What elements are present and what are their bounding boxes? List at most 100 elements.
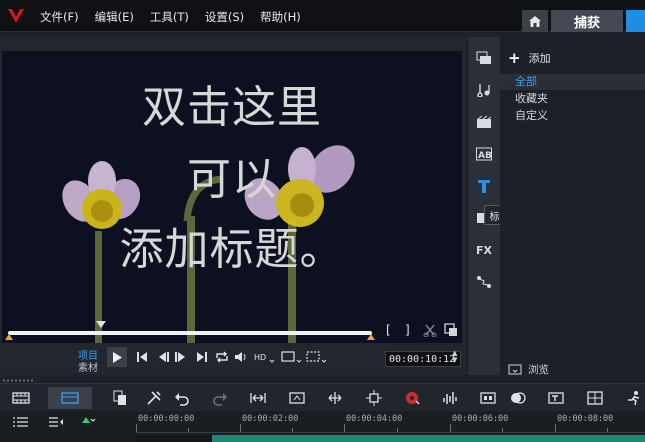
library-item-all[interactable]: 全部 bbox=[500, 74, 645, 90]
path-icon[interactable] bbox=[475, 274, 493, 290]
instant-project-icon[interactable] bbox=[475, 82, 493, 98]
fx-filter-icon[interactable]: FX bbox=[475, 242, 493, 258]
zoom-marker-icon[interactable] bbox=[80, 415, 96, 427]
menu-file[interactable]: 文件(F) bbox=[40, 9, 79, 25]
mark-out-button[interactable]: ] bbox=[405, 323, 410, 337]
next-frame-icon[interactable] bbox=[174, 351, 188, 363]
menu-settings[interactable]: 设置(S) bbox=[205, 9, 244, 25]
record-capture-icon[interactable] bbox=[289, 390, 305, 406]
browse-label: 浏览 bbox=[528, 364, 549, 376]
title-line-1[interactable]: 双击这里 bbox=[2, 71, 462, 135]
motion-icon[interactable] bbox=[626, 390, 642, 406]
aspect-ratio-icon[interactable] bbox=[281, 351, 301, 363]
trim-start-marker[interactable] bbox=[5, 334, 13, 340]
menu-help[interactable]: 帮助(H) bbox=[260, 9, 301, 25]
library-panel: + 添加 全部 收藏夹 自定义 浏览 bbox=[500, 37, 645, 377]
menu-edit[interactable]: 编辑(E) bbox=[95, 9, 134, 25]
ruler-tick bbox=[450, 424, 451, 432]
app-window: 文件(F) 编辑(E) 工具(T) 设置(S) 帮助(H) 捕获 双击这里 可以… bbox=[0, 0, 645, 442]
svg-text:AB: AB bbox=[478, 151, 492, 161]
ruler-label: 00:00:08:00 bbox=[557, 414, 614, 424]
title-track-clip[interactable] bbox=[212, 435, 645, 442]
end-icon[interactable] bbox=[195, 351, 209, 363]
ruler-tick bbox=[188, 428, 189, 432]
motion-tracking-icon[interactable] bbox=[480, 390, 496, 406]
ruler-tick bbox=[344, 424, 345, 432]
timeline-ruler[interactable]: 00:00:00:00 00:00:02:00 00:00:04:00 00:0… bbox=[136, 411, 645, 433]
preview-window[interactable]: 双击这里 可以 添加标题。 bbox=[2, 51, 462, 343]
title-line-3[interactable]: 添加标题。 bbox=[2, 213, 462, 277]
title-icon[interactable] bbox=[475, 178, 493, 194]
fit-project-icon[interactable] bbox=[250, 390, 266, 406]
timecode-display[interactable]: 00:00:10:12 bbox=[385, 351, 461, 367]
timecode-spinner[interactable]: ▲ ▼ bbox=[452, 350, 457, 364]
track-manager-icon[interactable] bbox=[12, 416, 30, 428]
ruler-tick bbox=[607, 428, 608, 432]
split-clip-icon[interactable] bbox=[423, 323, 437, 337]
ruler-label: 00:00:02:00 bbox=[242, 414, 299, 424]
timeline-ruler-row: 00:00:00:00 00:00:02:00 00:00:04:00 00:0… bbox=[0, 411, 645, 442]
ruler-tick bbox=[240, 424, 241, 432]
enlarge-preview-icon[interactable] bbox=[444, 323, 458, 337]
browse-icon bbox=[508, 364, 522, 374]
tab-capture[interactable]: 捕获 bbox=[551, 10, 623, 32]
media-library-icon[interactable] bbox=[475, 50, 493, 66]
app-logo-icon bbox=[8, 9, 24, 23]
volume-icon[interactable] bbox=[234, 351, 248, 363]
ruler-label: 00:00:00:00 bbox=[138, 414, 195, 424]
time-stretch-icon[interactable] bbox=[327, 390, 343, 406]
home-button[interactable] bbox=[522, 10, 548, 32]
svg-text:HD: HD bbox=[254, 353, 266, 362]
player-panel: 双击这里 可以 添加标题。 [ ] 项目 素材 HD 00:00:10:12 ▲… bbox=[0, 37, 467, 375]
home-icon bbox=[529, 15, 541, 27]
track-empty-region bbox=[136, 435, 212, 442]
copy-attributes-icon[interactable] bbox=[112, 390, 128, 406]
browse-button[interactable]: 浏览 bbox=[508, 362, 549, 377]
add-folder-button[interactable]: + 添加 bbox=[508, 49, 551, 67]
ruler-tick bbox=[555, 424, 556, 432]
sound-mixer-icon[interactable] bbox=[442, 390, 458, 406]
ruler-tick bbox=[397, 428, 398, 432]
library-item-custom[interactable]: 自定义 bbox=[500, 108, 645, 124]
mark-in-button[interactable]: [ bbox=[386, 323, 391, 337]
home-start-icon[interactable] bbox=[135, 351, 149, 363]
split-screen-icon[interactable] bbox=[366, 390, 382, 406]
ruler-tick bbox=[292, 428, 293, 432]
multi-camera-icon[interactable] bbox=[587, 390, 603, 406]
title-line-2[interactable]: 可以 bbox=[2, 143, 462, 207]
trim-end-marker[interactable] bbox=[367, 334, 375, 340]
previous-frame-icon[interactable] bbox=[156, 351, 170, 363]
ruler-tick bbox=[136, 424, 137, 432]
auto-music-icon[interactable] bbox=[404, 390, 420, 406]
ruler-label: 00:00:04:00 bbox=[346, 414, 403, 424]
undo-icon[interactable] bbox=[174, 390, 190, 406]
hd-preview-icon[interactable]: HD bbox=[254, 351, 274, 363]
repeat-icon[interactable] bbox=[215, 351, 229, 363]
redo-icon[interactable] bbox=[212, 390, 228, 406]
tools-icon[interactable] bbox=[146, 390, 162, 406]
title-text-ab-icon[interactable]: AB bbox=[475, 146, 493, 162]
menu-bar: 文件(F) 编辑(E) 工具(T) 设置(S) 帮助(H) 捕获 bbox=[0, 0, 645, 32]
scrubber-bar[interactable] bbox=[8, 331, 372, 335]
display-mode-icon[interactable] bbox=[306, 351, 326, 363]
playback-controls: 项目 素材 HD 00:00:10:12 ▲ ▼ bbox=[0, 345, 467, 374]
subtitle-editor-icon[interactable] bbox=[548, 390, 564, 406]
ruler-label: 00:00:06:00 bbox=[452, 414, 509, 424]
timeline-view-icon bbox=[61, 392, 79, 404]
tab-edit[interactable] bbox=[626, 10, 645, 32]
plus-icon: + bbox=[508, 49, 521, 67]
play-button[interactable] bbox=[107, 347, 127, 367]
menu-tools[interactable]: 工具(T) bbox=[150, 9, 189, 25]
play-icon bbox=[112, 351, 122, 363]
scrubber-handle[interactable] bbox=[96, 321, 106, 328]
storyboard-view-icon[interactable] bbox=[12, 390, 30, 406]
add-label: 添加 bbox=[528, 52, 551, 65]
transition-icon[interactable] bbox=[475, 114, 493, 130]
library-item-favorites[interactable]: 收藏夹 bbox=[500, 91, 645, 107]
timeline-grip[interactable] bbox=[2, 379, 34, 382]
mask-creator-icon[interactable] bbox=[510, 390, 526, 406]
timeline-toolbar bbox=[0, 383, 645, 411]
timeline-view-button[interactable] bbox=[48, 387, 92, 409]
add-remove-chapter-icon[interactable] bbox=[48, 416, 66, 428]
mode-clip[interactable]: 素材 bbox=[78, 359, 98, 374]
